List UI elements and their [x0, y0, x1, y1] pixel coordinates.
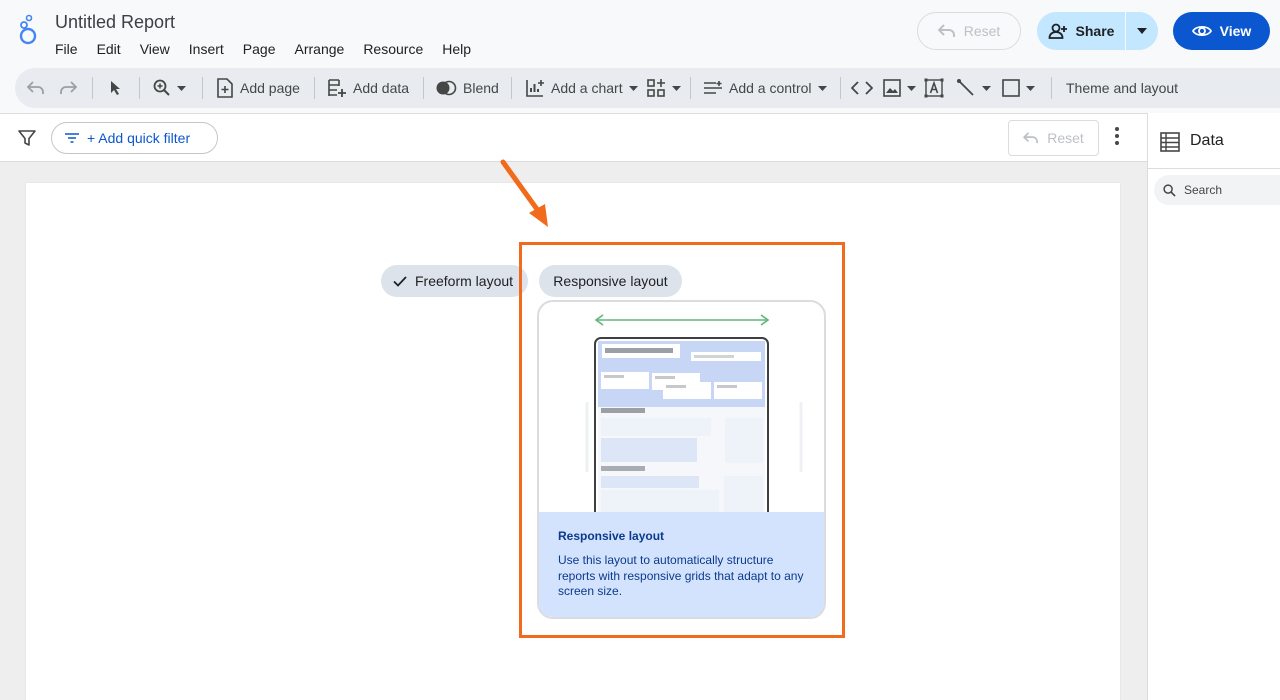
toolbar-divider — [690, 77, 691, 99]
embed-url-button[interactable] — [851, 68, 873, 108]
check-icon — [393, 275, 407, 287]
caret-down-icon — [982, 85, 991, 91]
data-search-input[interactable]: Search — [1154, 175, 1280, 205]
menu-bar: File Edit View Insert Page Arrange Resou… — [55, 41, 490, 57]
annotation-arrow-icon — [495, 157, 555, 232]
add-control-label: Add a control — [729, 80, 812, 96]
undo-button[interactable] — [27, 68, 45, 108]
square-icon — [1002, 79, 1020, 97]
share-dropdown-button[interactable] — [1126, 12, 1158, 50]
reset-label: Reset — [963, 23, 1001, 39]
toolbar-divider — [202, 77, 203, 99]
zoom-icon — [153, 79, 171, 97]
image-icon — [883, 79, 901, 97]
filter-list-icon — [65, 133, 79, 143]
toolbar-divider — [1051, 77, 1052, 99]
toolbar-divider — [92, 77, 93, 99]
add-component-icon — [646, 78, 666, 98]
cursor-icon — [109, 80, 123, 96]
caret-down-icon — [907, 85, 916, 91]
toolbar-divider — [511, 77, 512, 99]
search-placeholder: Search — [1184, 183, 1223, 197]
zoom-button[interactable] — [153, 68, 186, 108]
add-person-icon — [1048, 23, 1068, 39]
data-panel: Data Search — [1147, 113, 1280, 700]
theme-and-layout-button[interactable]: Theme and layout — [1066, 68, 1178, 108]
eye-icon — [1191, 24, 1212, 38]
data-panel-header: Data — [1148, 113, 1280, 169]
redo-button[interactable] — [59, 68, 77, 108]
toolbar-divider — [314, 77, 315, 99]
add-control-icon — [703, 79, 723, 97]
menu-insert[interactable]: Insert — [189, 41, 224, 57]
image-button[interactable] — [883, 68, 916, 108]
add-data-icon — [327, 78, 347, 98]
line-icon — [956, 78, 976, 98]
caret-down-icon — [1137, 28, 1147, 34]
undo-icon — [1023, 132, 1039, 144]
report-title[interactable]: Untitled Report — [55, 12, 175, 33]
toolbar-divider — [139, 77, 140, 99]
freeform-layout-label: Freeform layout — [415, 273, 514, 289]
add-chart-label: Add a chart — [551, 80, 623, 96]
caret-down-icon — [672, 85, 681, 91]
menu-page[interactable]: Page — [243, 41, 276, 57]
add-page-icon — [216, 78, 234, 98]
filter-bar: + Add quick filter Reset — [0, 113, 1147, 162]
view-button[interactable]: View — [1173, 12, 1270, 50]
menu-view[interactable]: View — [140, 41, 170, 57]
share-group: Share — [1037, 12, 1158, 50]
shape-button[interactable] — [1002, 68, 1035, 108]
filter-reset-label: Reset — [1047, 130, 1084, 146]
share-button[interactable]: Share — [1037, 12, 1125, 50]
app-header: Untitled Report File Edit View Insert Pa… — [0, 0, 1280, 68]
data-panel-title: Data — [1190, 132, 1224, 149]
menu-file[interactable]: File — [55, 41, 78, 57]
quick-filter-label: + Add quick filter — [87, 130, 191, 146]
caret-down-icon — [1026, 85, 1035, 91]
caret-down-icon — [628, 85, 638, 91]
caret-down-icon — [177, 85, 186, 91]
menu-edit[interactable]: Edit — [97, 41, 121, 57]
reset-button[interactable]: Reset — [917, 12, 1021, 50]
text-box-icon — [924, 78, 944, 98]
undo-icon — [937, 24, 956, 38]
view-label: View — [1219, 23, 1252, 39]
add-control-button[interactable]: Add a control — [703, 68, 827, 108]
looker-studio-logo[interactable] — [15, 14, 41, 46]
add-component-button[interactable] — [646, 68, 681, 108]
add-chart-button[interactable]: Add a chart — [525, 68, 638, 108]
theme-layout-label: Theme and layout — [1066, 80, 1179, 96]
add-page-label: Add page — [240, 80, 300, 96]
line-button[interactable] — [956, 68, 991, 108]
caret-down-icon — [817, 85, 827, 91]
toolbar-divider — [840, 77, 841, 99]
add-chart-icon — [525, 78, 545, 98]
blend-label: Blend — [463, 80, 499, 96]
data-table-icon — [1160, 132, 1180, 152]
add-data-label: Add data — [353, 80, 410, 96]
more-options-icon[interactable] — [1114, 126, 1120, 146]
share-label: Share — [1075, 23, 1115, 39]
freeform-layout-chip[interactable]: Freeform layout — [381, 265, 528, 297]
redo-icon — [59, 81, 77, 95]
menu-arrange[interactable]: Arrange — [295, 41, 345, 57]
add-quick-filter-button[interactable]: + Add quick filter — [51, 122, 218, 154]
text-button[interactable] — [924, 68, 944, 108]
blend-icon — [435, 80, 457, 96]
menu-help[interactable]: Help — [442, 41, 471, 57]
blend-button[interactable]: Blend — [435, 68, 499, 108]
undo-icon — [27, 81, 45, 95]
filter-reset-button[interactable]: Reset — [1008, 120, 1099, 156]
add-data-button[interactable]: Add data — [327, 68, 409, 108]
annotation-highlight-box — [519, 242, 845, 638]
filter-icon[interactable] — [18, 129, 36, 147]
add-page-button[interactable]: Add page — [216, 68, 300, 108]
toolbar-divider — [423, 77, 424, 99]
menu-resource[interactable]: Resource — [363, 41, 423, 57]
main-toolbar: Add page Add data Blend Add a chart Add … — [15, 68, 1280, 108]
search-icon — [1163, 183, 1176, 197]
code-icon — [851, 81, 873, 95]
select-button[interactable] — [109, 68, 123, 108]
